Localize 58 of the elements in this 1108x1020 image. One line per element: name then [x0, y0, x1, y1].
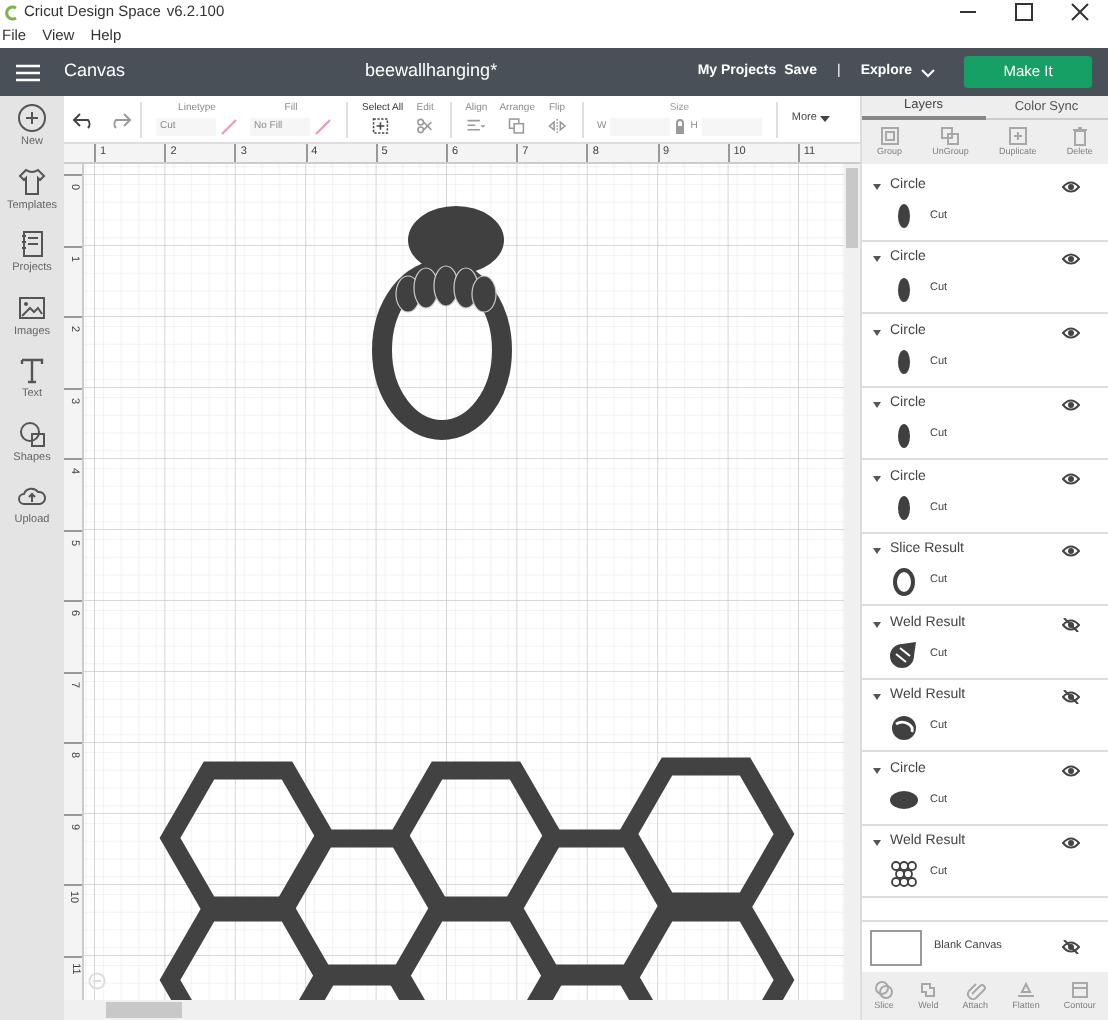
select-all-icon [372, 115, 393, 135]
eye-icon[interactable] [1062, 398, 1080, 412]
undo-icon[interactable] [72, 109, 96, 129]
group-icon [879, 126, 900, 147]
project-name: beewallhanging* [365, 58, 500, 85]
align-icon [466, 115, 487, 135]
edit-icon [415, 115, 436, 135]
eye-icon[interactable] [1062, 471, 1080, 485]
caret-icon[interactable] [870, 763, 884, 777]
shapes-icon [16, 417, 48, 449]
color-swatch-icon[interactable] [314, 117, 332, 135]
caret-icon [820, 115, 831, 123]
caret-icon[interactable] [870, 325, 884, 339]
color-swatch-icon[interactable] [220, 117, 238, 135]
ring-icon [890, 565, 918, 597]
weld-icon [918, 980, 939, 1001]
app-logo-icon [4, 3, 18, 21]
flip-icon [547, 115, 567, 135]
contour-icon [1069, 980, 1090, 1001]
eye-slash-icon[interactable] [1062, 940, 1080, 954]
notebook-icon [16, 228, 48, 260]
caret-icon[interactable] [870, 836, 884, 850]
image-icon [16, 291, 48, 323]
scrollbar-thumb[interactable] [106, 1002, 182, 1018]
circle-stripe-icon [890, 711, 918, 743]
eye-icon[interactable] [1062, 544, 1080, 558]
section-title: Canvas [64, 58, 126, 85]
caret-icon[interactable] [870, 617, 884, 631]
honeycomb-icon [890, 857, 918, 889]
lock-icon[interactable] [674, 117, 687, 135]
shirt-icon [16, 165, 48, 197]
caret-icon[interactable] [870, 544, 884, 558]
caret-icon[interactable] [870, 252, 884, 266]
menu-icon[interactable] [16, 63, 40, 81]
eye-icon[interactable] [1062, 763, 1080, 777]
slice-icon [874, 980, 895, 1001]
letter-t-icon [16, 354, 48, 386]
droplet-icon [890, 638, 918, 670]
ungroup-icon [940, 126, 961, 147]
eye-icon[interactable] [1062, 836, 1080, 850]
caret-icon[interactable] [870, 690, 884, 704]
trash-icon [1069, 126, 1090, 147]
eye-slash-icon[interactable] [1062, 690, 1080, 704]
eye-icon[interactable] [1062, 252, 1080, 266]
flatten-icon [1015, 980, 1036, 1001]
chevron-down-icon [920, 67, 936, 77]
arrange-icon [507, 115, 528, 135]
scrollbar-thumb[interactable] [846, 168, 858, 248]
eye-icon[interactable] [1062, 325, 1080, 339]
eye-slash-icon[interactable] [1062, 617, 1080, 631]
blank-canvas-swatch[interactable] [870, 929, 922, 965]
duplicate-icon [1007, 126, 1028, 147]
plus-circle-icon [16, 102, 48, 134]
caret-icon[interactable] [870, 471, 884, 485]
caret-icon[interactable] [870, 179, 884, 193]
caret-icon[interactable] [870, 398, 884, 412]
paperclip-icon [965, 980, 986, 1001]
eye-icon[interactable] [1062, 179, 1080, 193]
